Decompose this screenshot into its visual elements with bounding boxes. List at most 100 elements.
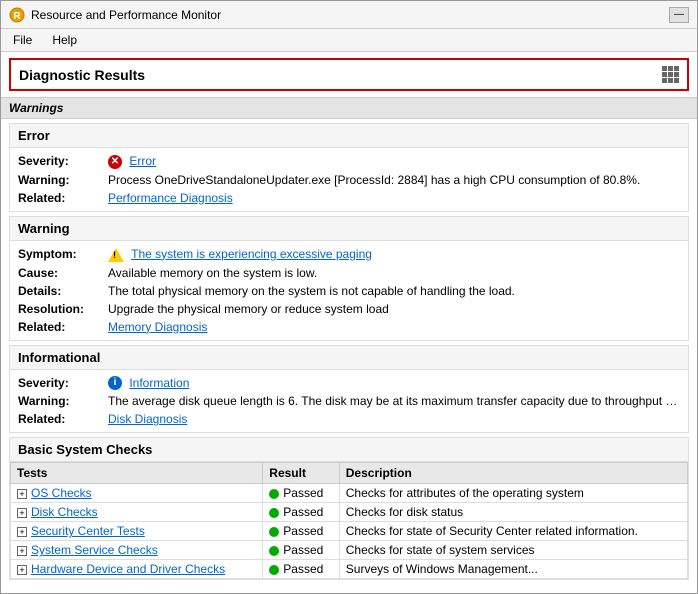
diagnostic-header: Diagnostic Results bbox=[9, 58, 689, 91]
error-related-row: Related: Performance Diagnosis bbox=[18, 189, 680, 207]
expand-icon[interactable]: + bbox=[17, 508, 27, 518]
warning-symptom-value: The system is experiencing excessive pag… bbox=[108, 247, 680, 262]
warning-cause-value: Available memory on the system is low. bbox=[108, 266, 680, 280]
info-severity-link[interactable]: Information bbox=[129, 376, 189, 390]
passed-dot bbox=[269, 565, 279, 575]
expand-icon[interactable]: + bbox=[17, 489, 27, 499]
check-description-cell: Checks for attributes of the operating s… bbox=[339, 484, 687, 503]
error-severity-link[interactable]: Error bbox=[129, 154, 156, 168]
check-name-link[interactable]: OS Checks bbox=[31, 486, 92, 500]
check-name-cell: + Security Center Tests bbox=[11, 522, 263, 541]
menu-bar: File Help bbox=[1, 29, 697, 52]
warning-related-value: Memory Diagnosis bbox=[108, 320, 680, 334]
info-warning-row: Warning: The average disk queue length i… bbox=[18, 392, 680, 410]
check-result-cell: Passed bbox=[263, 541, 339, 560]
basic-checks-body: Tests Result Description +OS ChecksPasse… bbox=[10, 462, 688, 579]
passed-dot bbox=[269, 546, 279, 556]
expand-icon[interactable]: + bbox=[17, 527, 27, 537]
check-name-cell: + Disk Checks bbox=[11, 503, 263, 522]
passed-dot bbox=[269, 508, 279, 518]
expand-icon[interactable]: + bbox=[17, 546, 27, 556]
table-row: +System Service ChecksPassedChecks for s… bbox=[11, 541, 688, 560]
error-card-header: Error bbox=[10, 124, 688, 148]
grid-icon[interactable] bbox=[662, 66, 679, 83]
warning-card-header: Warning bbox=[10, 217, 688, 241]
warning-related-link[interactable]: Memory Diagnosis bbox=[108, 320, 207, 334]
check-name-link[interactable]: Security Center Tests bbox=[31, 524, 145, 538]
table-row: + Hardware Device and Driver Checks Passed… bbox=[11, 560, 688, 579]
grid-cell-1 bbox=[662, 66, 667, 71]
check-result-text: Passed bbox=[283, 543, 323, 557]
warning-symptom-link[interactable]: The system is experiencing excessive pag… bbox=[131, 247, 372, 261]
warning-details-label: Details: bbox=[18, 284, 108, 298]
check-name-link[interactable]: Disk Checks bbox=[31, 505, 98, 519]
basic-checks-header: Basic System Checks bbox=[10, 438, 688, 462]
informational-card: Informational Severity: i Information Wa… bbox=[9, 345, 689, 434]
warnings-label: Warnings bbox=[9, 101, 63, 115]
expand-icon[interactable]: + bbox=[17, 565, 27, 575]
warning-resolution-value: Upgrade the physical memory or reduce sy… bbox=[108, 302, 680, 316]
check-result-text: Passed bbox=[283, 505, 323, 519]
info-severity-row: Severity: i Information bbox=[18, 374, 680, 393]
info-warning-label: Warning: bbox=[18, 394, 108, 408]
warning-resolution-label: Resolution: bbox=[18, 302, 108, 316]
error-warning-label: Warning: bbox=[18, 173, 108, 187]
info-related-value: Disk Diagnosis bbox=[108, 412, 680, 426]
warning-related-label: Related: bbox=[18, 320, 108, 334]
passed-dot bbox=[269, 527, 279, 537]
main-content: Diagnostic Results Warnings Error S bbox=[1, 52, 697, 584]
warning-details-row: Details: The total physical memory on th… bbox=[18, 282, 680, 300]
checks-col-result: Result bbox=[263, 463, 339, 484]
check-name-link[interactable]: Hardware Device and Driver Checks bbox=[31, 562, 225, 576]
error-icon: ✕ bbox=[108, 155, 122, 169]
error-card: Error Severity: ✕ Error Warning: Process… bbox=[9, 123, 689, 212]
checks-table: Tests Result Description +OS ChecksPasse… bbox=[10, 462, 688, 579]
info-related-label: Related: bbox=[18, 412, 108, 426]
grid-cell-7 bbox=[662, 78, 667, 83]
check-name-link[interactable]: System Service Checks bbox=[31, 543, 158, 557]
check-result-text: Passed bbox=[283, 524, 323, 538]
info-severity-label: Severity: bbox=[18, 376, 108, 391]
grid-cell-8 bbox=[668, 78, 673, 83]
main-window: R Resource and Performance Monitor — Fil… bbox=[0, 0, 698, 594]
check-name-cell: + System Service Checks bbox=[11, 541, 263, 560]
grid-cell-6 bbox=[674, 72, 679, 77]
warning-details-value: The total physical memory on the system … bbox=[108, 284, 680, 298]
warning-cause-row: Cause: Available memory on the system is… bbox=[18, 264, 680, 282]
informational-card-header: Informational bbox=[10, 346, 688, 370]
title-bar-controls: — bbox=[669, 7, 689, 23]
error-related-label: Related: bbox=[18, 191, 108, 205]
menu-file[interactable]: File bbox=[9, 31, 36, 49]
title-bar-left: R Resource and Performance Monitor bbox=[9, 7, 221, 23]
app-icon: R bbox=[9, 7, 25, 23]
info-icon: i bbox=[108, 376, 122, 390]
grid-cell-9 bbox=[674, 78, 679, 83]
check-name-cell: + Hardware Device and Driver Checks bbox=[11, 560, 263, 579]
warning-cause-label: Cause: bbox=[18, 266, 108, 280]
informational-card-body: Severity: i Information Warning: The ave… bbox=[10, 370, 688, 433]
error-related-link[interactable]: Performance Diagnosis bbox=[108, 191, 233, 205]
error-severity-label: Severity: bbox=[18, 154, 108, 169]
menu-help[interactable]: Help bbox=[48, 31, 81, 49]
check-result-cell: Passed bbox=[263, 503, 339, 522]
info-severity-value: i Information bbox=[108, 376, 680, 391]
passed-dot bbox=[269, 489, 279, 499]
warning-resolution-row: Resolution: Upgrade the physical memory … bbox=[18, 300, 680, 318]
title-bar: R Resource and Performance Monitor — bbox=[1, 1, 697, 29]
info-related-link[interactable]: Disk Diagnosis bbox=[108, 412, 187, 426]
diagnostic-title: Diagnostic Results bbox=[19, 67, 145, 83]
warnings-divider: Warnings bbox=[1, 97, 697, 119]
error-severity-row: Severity: ✕ Error bbox=[18, 152, 680, 171]
check-description-cell: Surveys of Windows Management... bbox=[339, 560, 687, 579]
grid-cell-2 bbox=[668, 66, 673, 71]
warning-icon bbox=[108, 248, 124, 262]
check-name-cell: + OS Checks bbox=[11, 484, 263, 503]
warning-card-body: Symptom: The system is experiencing exce… bbox=[10, 241, 688, 340]
error-warning-value: Process OneDriveStandaloneUpdater.exe [P… bbox=[108, 173, 680, 187]
warning-card: Warning Symptom: The system is experienc… bbox=[9, 216, 689, 341]
check-result-cell: Passed bbox=[263, 560, 339, 579]
minimize-button[interactable]: — bbox=[669, 7, 689, 23]
error-card-body: Severity: ✕ Error Warning: Process OneDr… bbox=[10, 148, 688, 211]
info-related-row: Related: Disk Diagnosis bbox=[18, 410, 680, 428]
check-result-text: Passed bbox=[283, 562, 323, 576]
